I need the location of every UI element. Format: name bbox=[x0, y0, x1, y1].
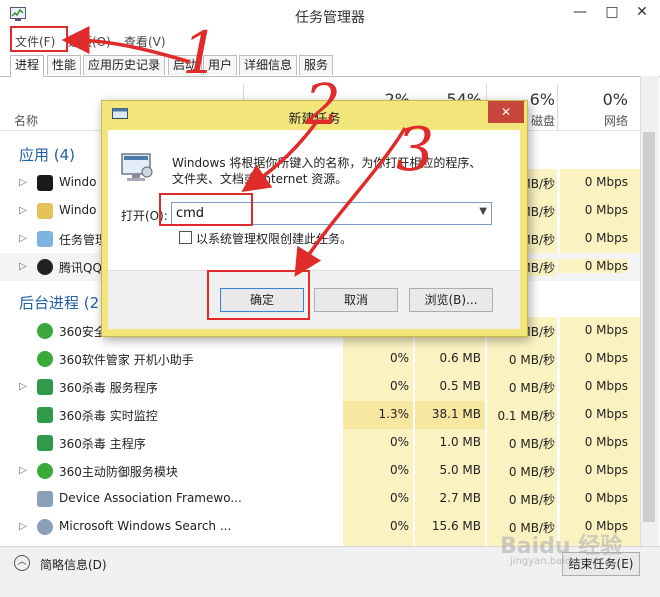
annotation-number-2: 2 bbox=[305, 73, 341, 138]
annotation-number-3: 3 bbox=[396, 115, 435, 185]
arrow-3 bbox=[294, 127, 407, 277]
annotation-number-1: 1 bbox=[182, 19, 219, 87]
arrow-1 bbox=[61, 26, 191, 64]
